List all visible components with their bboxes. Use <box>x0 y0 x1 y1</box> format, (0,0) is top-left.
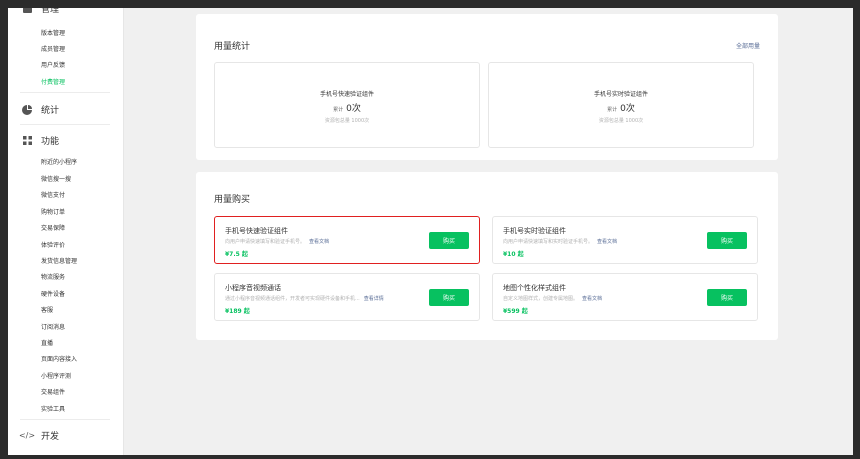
usage-card-total: 资源包总量 1000次 <box>598 118 644 124</box>
sidebar-item-version[interactable]: 版本管理 <box>41 28 65 37</box>
sidebar-item-wechat-pay[interactable]: 微信支付 <box>41 190 65 199</box>
usage-card-count: 累计 0次 <box>333 104 361 114</box>
sidebar-section-stats[interactable]: 统计 <box>22 103 59 116</box>
buy-button[interactable]: 购买 <box>429 289 469 306</box>
purchase-panel: 用量购买 手机号快速验证组件 向用户申请快速填写和验证手机号。 查看文档 ¥7.5… <box>196 172 778 340</box>
sidebar-item-evaluation[interactable]: 小程序评测 <box>41 371 71 380</box>
sidebar-item-customer-service[interactable]: 客服 <box>41 305 53 314</box>
purchase-card: 手机号快速验证组件 向用户申请快速填写和验证手机号。 查看文档 ¥7.5 起 购买 <box>214 216 480 264</box>
sidebar-item-hardware[interactable]: 硬件设备 <box>41 289 65 298</box>
purchase-card-desc: 自定义地图样式，创建专属地图。 查看文档 <box>503 296 603 302</box>
buy-button[interactable]: 购买 <box>707 232 747 249</box>
purchase-card-desc: 向用户申请快速填写和验证手机号。 查看文档 <box>225 239 330 245</box>
purchase-card-name: 手机号快速验证组件 <box>225 227 288 235</box>
buy-button[interactable]: 购买 <box>707 289 747 306</box>
sidebar-item-feedback[interactable]: 用户反馈 <box>41 60 65 69</box>
sidebar-item-shipping[interactable]: 发货信息管理 <box>41 256 77 265</box>
sidebar-section-title: 统计 <box>41 106 60 116</box>
sidebar-divider <box>20 124 110 125</box>
sidebar-section-title: 功能 <box>41 137 60 147</box>
sidebar-section-dev[interactable]: </> 开发 <box>18 429 60 442</box>
sidebar-item-trade-component[interactable]: 交易组件 <box>41 387 65 396</box>
usage-panel: 用量统计 全部用量 手机号快速验证组件 累计 0次 资源包总量 1000次 手机号… <box>196 14 778 160</box>
usage-card: 手机号快速验证组件 累计 0次 资源包总量 1000次 <box>214 62 480 148</box>
purchase-card-price: ¥10 起 <box>503 251 524 258</box>
purchase-card-desc: 通过小程序音视频通话组件，开发者可实现硬件设备和手机... 查看详情 <box>225 296 384 302</box>
sidebar-item-live[interactable]: 直播 <box>41 338 53 347</box>
usage-card: 手机号实时验证组件 累计 0次 资源包总量 1000次 <box>488 62 754 148</box>
sidebar-item-orders[interactable]: 购物订单 <box>41 207 65 216</box>
usage-card-total: 资源包总量 1000次 <box>324 118 370 124</box>
purchase-card-name: 地图个性化样式组件 <box>503 284 566 292</box>
sidebar-section-manage[interactable]: 管理 <box>22 8 59 15</box>
view-doc-link[interactable]: 查看文档 <box>582 296 602 302</box>
purchase-card-name: 小程序音视频通话 <box>225 284 281 292</box>
sidebar-section-title: 管理 <box>41 8 60 15</box>
sidebar-item-nearby[interactable]: 附近的小程序 <box>41 157 77 166</box>
code-icon: </> <box>18 431 36 440</box>
grid-icon <box>22 8 32 14</box>
purchase-card-price: ¥599 起 <box>503 308 528 315</box>
purchase-card-name: 手机号实时验证组件 <box>503 227 566 235</box>
purchase-card-price: ¥7.5 起 <box>225 251 248 258</box>
main-content: 用量统计 全部用量 手机号快速验证组件 累计 0次 资源包总量 1000次 手机号… <box>124 8 853 455</box>
sidebar-section-features[interactable]: 功能 <box>22 134 59 147</box>
sidebar-divider <box>20 419 110 420</box>
purchase-card-price: ¥189 起 <box>225 308 250 315</box>
sidebar-item-members[interactable]: 成员管理 <box>41 44 65 53</box>
usage-card-count: 累计 0次 <box>607 104 635 114</box>
all-usage-link[interactable]: 全部用量 <box>736 41 760 50</box>
usage-card-title: 手机号实时验证组件 <box>593 91 648 98</box>
view-doc-link[interactable]: 查看文档 <box>309 239 329 245</box>
sidebar-item-trade-guarantee[interactable]: 交易保障 <box>41 223 65 232</box>
purchase-card-desc: 向用户申请快速填写和实时验证手机号。 查看文档 <box>503 239 618 245</box>
view-detail-link[interactable]: 查看详情 <box>364 296 384 302</box>
sidebar-item-content[interactable]: 页面内容接入 <box>41 354 77 363</box>
buy-button[interactable]: 购买 <box>429 232 469 249</box>
sidebar-item-payment[interactable]: 付费管理 <box>41 77 65 86</box>
sidebar-item-lab[interactable]: 实验工具 <box>41 404 65 413</box>
sidebar: 管理 版本管理 成员管理 用户反馈 付费管理 统计 功能 附近的小程序 微信搜一… <box>8 8 124 455</box>
purchase-title: 用量购买 <box>214 195 251 205</box>
sidebar-item-subscribe[interactable]: 订阅消息 <box>41 322 65 331</box>
usage-title: 用量统计 <box>214 42 251 52</box>
usage-card-title: 手机号快速验证组件 <box>319 91 374 98</box>
view-doc-link[interactable]: 查看文档 <box>597 239 617 245</box>
pie-chart-icon <box>22 104 32 115</box>
sidebar-item-search[interactable]: 微信搜一搜 <box>41 174 71 183</box>
sidebar-section-title: 开发 <box>41 432 60 442</box>
purchase-card: 地图个性化样式组件 自定义地图样式，创建专属地图。 查看文档 ¥599 起 购买 <box>492 273 758 321</box>
sidebar-item-logistics[interactable]: 物流服务 <box>41 272 65 281</box>
apps-icon <box>22 136 32 146</box>
sidebar-item-review[interactable]: 体验评价 <box>41 240 65 249</box>
sidebar-divider <box>20 92 110 93</box>
app-frame: 管理 版本管理 成员管理 用户反馈 付费管理 统计 功能 附近的小程序 微信搜一… <box>8 8 853 455</box>
purchase-card: 小程序音视频通话 通过小程序音视频通话组件，开发者可实现硬件设备和手机... 查看… <box>214 273 480 321</box>
purchase-card: 手机号实时验证组件 向用户申请快速填写和实时验证手机号。 查看文档 ¥10 起 购… <box>492 216 758 264</box>
